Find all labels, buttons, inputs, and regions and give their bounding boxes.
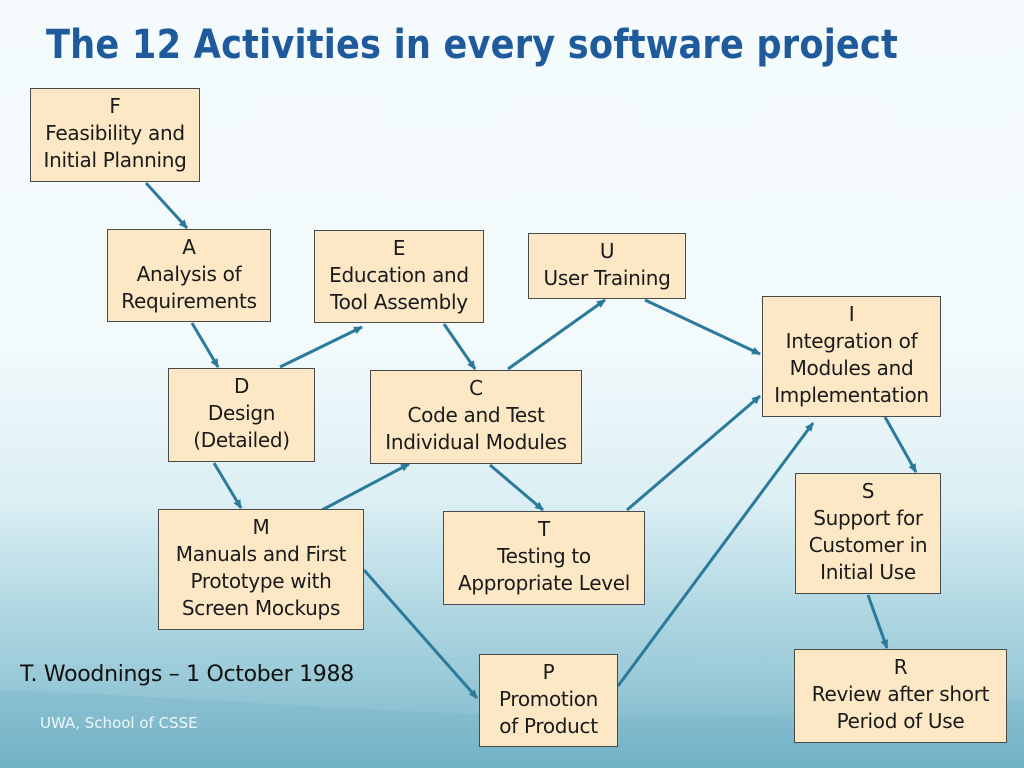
activity-box-c[interactable]: C Code and Test Individual Modules — [370, 370, 582, 464]
activity-code: U — [599, 239, 615, 263]
activity-box-d[interactable]: D Design (Detailed) — [168, 368, 315, 462]
activity-label-line: Design — [207, 401, 276, 425]
activity-code: M — [252, 515, 270, 539]
arrow-d-to-e — [279, 325, 363, 369]
activity-code: F — [109, 94, 121, 118]
activity-code: P — [542, 660, 555, 684]
activity-box-i[interactable]: I Integration of Modules and Implementation — [762, 296, 941, 417]
activity-label-line: Prototype with — [190, 569, 332, 593]
activity-code: E — [392, 236, 406, 260]
activity-label-line: Initial Planning — [43, 148, 187, 172]
arrow-d-to-m — [212, 462, 243, 509]
activity-label-line: Initial Use — [820, 560, 916, 584]
activity-label-line: Promotion — [498, 687, 599, 711]
activity-label-line: Support for — [813, 506, 923, 530]
activity-label-line: Requirements — [121, 289, 257, 313]
activity-box-p[interactable]: P Promotion of Product — [479, 654, 618, 747]
activity-code: A — [182, 235, 196, 259]
activity-code: C — [469, 376, 483, 400]
activity-label-line: Customer in — [808, 533, 928, 557]
activity-label-line: (Detailed) — [193, 428, 290, 452]
activity-label-line: Education and — [329, 263, 469, 287]
activity-label-line: Integration of — [785, 329, 918, 353]
activity-box-a[interactable]: A Analysis of Requirements — [107, 229, 271, 322]
activity-code: R — [893, 655, 908, 679]
activity-code: D — [233, 374, 250, 398]
activity-code: T — [538, 517, 550, 541]
activity-label-line: Implementation — [774, 383, 929, 407]
activity-label-line: Modules and — [789, 356, 914, 380]
activity-label-line: Individual Modules — [385, 430, 567, 454]
arrow-u-to-i — [644, 298, 761, 356]
arrow-a-to-d — [190, 322, 220, 368]
activity-box-e[interactable]: E Education and Tool Assembly — [314, 230, 484, 323]
activity-label-line: Period of Use — [836, 709, 965, 733]
arrow-f-to-a — [144, 181, 189, 230]
activity-label-line: User Training — [543, 266, 671, 290]
activity-box-r[interactable]: R Review after short Period of Use — [794, 649, 1007, 743]
activity-box-t[interactable]: T Testing to Appropriate Level — [443, 511, 645, 605]
activity-label-line: Analysis of — [136, 262, 242, 286]
activity-label-line: Code and Test — [407, 403, 545, 427]
footer-organization: UWA, School of CSSE — [40, 714, 198, 732]
activity-box-f[interactable]: F Feasibility and Initial Planning — [30, 88, 200, 182]
activity-label-line: Testing to — [497, 544, 591, 568]
activity-code: S — [861, 479, 875, 503]
activity-label-line: Appropriate Level — [457, 571, 631, 595]
activity-label-line: Manuals and First — [175, 542, 347, 566]
activity-label-line: Screen Mockups — [181, 596, 341, 620]
activity-box-u[interactable]: U User Training — [528, 233, 686, 299]
activity-label-line: of Product — [499, 714, 598, 738]
arrow-c-to-u — [507, 298, 606, 371]
arrow-p-to-i — [616, 422, 815, 687]
arrow-t-to-i — [626, 394, 761, 512]
arrow-e-to-c — [442, 323, 477, 370]
arrow-s-to-r — [866, 594, 889, 649]
activity-label-line: Review after short — [811, 682, 990, 706]
activity-code: I — [848, 302, 855, 326]
author-date: T. Woodnings – 1 October 1988 — [20, 662, 354, 687]
arrow-i-to-s — [883, 416, 918, 473]
activity-box-m[interactable]: M Manuals and First Prototype with Screen M… — [158, 509, 364, 630]
arrow-m-to-c — [321, 462, 410, 512]
activity-box-s[interactable]: S Support for Customer in Initial Use — [795, 473, 941, 594]
activity-label-line: Feasibility and — [45, 121, 185, 145]
arrow-c-to-t — [489, 463, 544, 512]
activity-label-line: Tool Assembly — [330, 290, 468, 314]
